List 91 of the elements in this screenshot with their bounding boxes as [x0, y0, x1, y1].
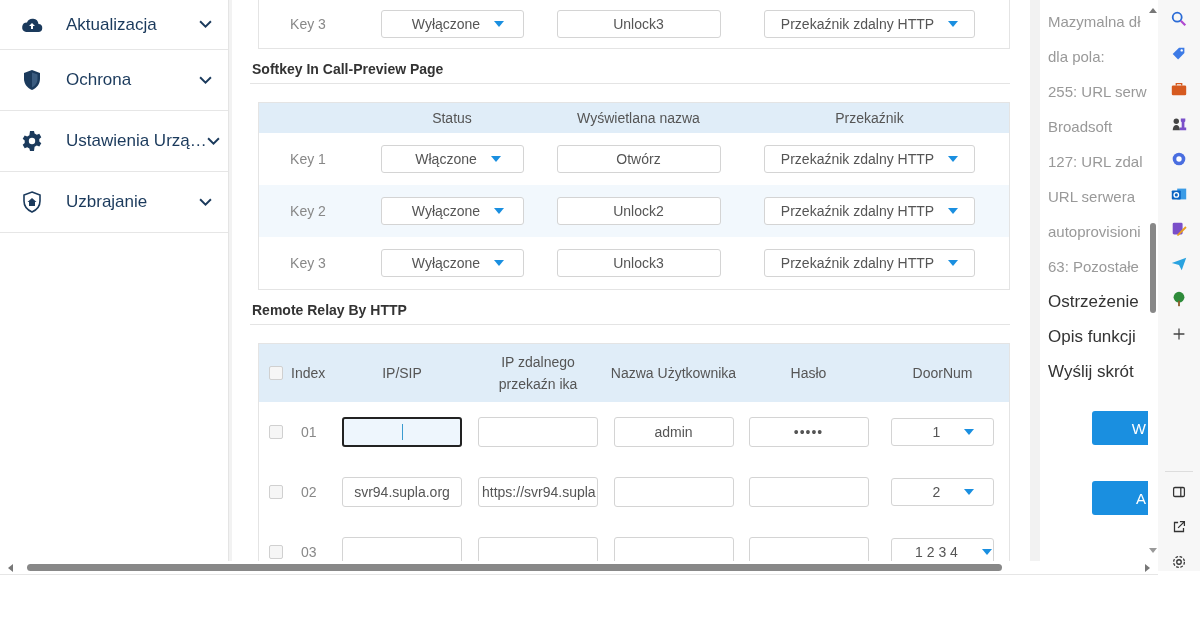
index-label: 01 — [301, 424, 317, 440]
door-number-dropdown[interactable]: 1 — [891, 418, 994, 446]
scroll-right-icon[interactable] — [1145, 563, 1150, 572]
remote-ip-field[interactable]: https://svr94.supla — [478, 477, 598, 507]
dropdown-arrow-icon — [490, 156, 501, 162]
dropdown-arrow-icon — [981, 549, 992, 555]
scroll-left-icon[interactable] — [8, 563, 13, 572]
gear-icon — [20, 129, 44, 153]
help-text: autoprovisioni — [1048, 222, 1142, 242]
paint-icon[interactable] — [1170, 220, 1188, 238]
dropdown-arrow-icon — [948, 156, 959, 162]
scroll-up-icon[interactable] — [1149, 8, 1157, 13]
send-icon[interactable] — [1170, 255, 1188, 273]
index-label: 03 — [301, 544, 317, 560]
help-text: Mazymalna dł — [1048, 12, 1142, 32]
username-field[interactable] — [613, 477, 734, 507]
house-shield-icon — [20, 190, 44, 214]
status-dropdown[interactable]: Włączone — [380, 145, 524, 173]
copilot-icon[interactable] — [1170, 150, 1188, 168]
key-label: Key 1 — [289, 151, 327, 167]
relay-dropdown[interactable]: Przekaźnik zdalny HTTP — [764, 249, 975, 277]
key-label: Key 3 — [289, 16, 327, 32]
relay-dropdown[interactable]: Przekaźnik zdalny HTTP — [764, 197, 975, 225]
key-label: Key 2 — [289, 203, 327, 219]
status-dropdown[interactable]: Wyłączone — [380, 197, 524, 225]
column-header: Index — [291, 365, 326, 381]
display-name-field[interactable]: Otwórz — [556, 145, 721, 173]
help-text: 127: URL zdal — [1048, 152, 1144, 172]
select-all-checkbox[interactable] — [269, 366, 283, 380]
status-dropdown[interactable]: Wyłączone — [380, 10, 524, 38]
password-field[interactable] — [748, 477, 869, 507]
row-checkbox[interactable] — [269, 425, 283, 439]
help-text: Wyślij skrót — [1048, 361, 1135, 383]
column-header: IP/SIP — [381, 364, 423, 383]
column-header: Przekaźnik — [834, 110, 905, 126]
password-field[interactable] — [748, 537, 869, 561]
sidebar-item[interactable]: Aktualizacja — [0, 0, 228, 50]
dropdown-arrow-icon — [494, 21, 505, 27]
password-field[interactable]: ••••• — [748, 417, 869, 447]
column-header: Nazwa Użytkownika — [609, 364, 738, 383]
display-name-field[interactable]: Unlock2 — [556, 197, 721, 225]
ip-sip-field[interactable] — [342, 417, 462, 447]
column-header: Hasło — [789, 364, 828, 383]
dropdown-arrow-icon — [964, 489, 975, 495]
door-number-dropdown[interactable]: 1 2 3 4 — [891, 538, 994, 561]
help-text: URL serwera — [1048, 187, 1136, 207]
remote-ip-field[interactable] — [478, 537, 598, 561]
sidebar-item[interactable]: Ochrona — [0, 50, 228, 111]
horizontal-scrollbar[interactable] — [0, 561, 1158, 575]
dropdown-arrow-icon — [948, 208, 959, 214]
dropdown-arrow-icon — [964, 429, 975, 435]
row-checkbox[interactable] — [269, 485, 283, 499]
help-text: Broadsoft — [1048, 117, 1114, 137]
display-name-field[interactable]: Unlock3 — [556, 249, 721, 277]
chevron-down-icon — [199, 197, 212, 207]
remote-ip-field[interactable] — [478, 417, 598, 447]
row-checkbox[interactable] — [269, 545, 283, 559]
dropdown-arrow-icon — [494, 260, 505, 266]
scroll-down-icon[interactable] — [1149, 548, 1157, 553]
search-icon[interactable] — [1170, 10, 1188, 28]
relay-dropdown[interactable]: Przekaźnik zdalny HTTP — [764, 10, 975, 38]
column-header: IP zdalnego przekaźn ika — [497, 353, 579, 394]
help-text: dla pola: — [1048, 47, 1106, 67]
ip-sip-field[interactable]: svr94.supla.org — [342, 477, 462, 507]
help-text: 255: URL serw — [1048, 82, 1148, 102]
index-label: 02 — [301, 484, 317, 500]
chevron-down-icon — [199, 75, 212, 85]
username-field[interactable]: admin — [613, 417, 734, 447]
dropdown-arrow-icon — [494, 208, 505, 214]
dropdown-arrow-icon — [948, 21, 959, 27]
column-header: Wyświetlana nazwa — [576, 110, 701, 126]
briefcase-icon[interactable] — [1170, 80, 1188, 98]
section-title: Softkey In Call-Preview Page — [250, 49, 1010, 84]
help-text: Ostrzeżenie — [1048, 291, 1140, 313]
settings-icon[interactable] — [1170, 553, 1188, 571]
help-text: 63: Pozostałe — [1048, 257, 1140, 277]
sidebar-item[interactable]: Uzbrajanie — [0, 172, 228, 233]
dropdown-arrow-icon — [948, 260, 959, 266]
key-label: Key 3 — [289, 255, 327, 271]
section-title: Remote Relay By HTTP — [250, 290, 1010, 325]
column-header: Status — [431, 110, 473, 126]
relay-dropdown[interactable]: Przekaźnik zdalny HTTP — [764, 145, 975, 173]
door-number-dropdown[interactable]: 2 — [891, 478, 994, 506]
status-dropdown[interactable]: Wyłączone — [380, 249, 524, 277]
display-name-field[interactable]: Unlock3 — [556, 10, 721, 38]
username-field[interactable] — [613, 537, 734, 561]
chevron-down-icon — [199, 20, 212, 29]
help-text: Opis funkcji — [1048, 326, 1137, 348]
chevron-down-icon — [206, 136, 220, 146]
column-header: DoorNum — [911, 364, 974, 383]
sidebar-item[interactable]: Ustawienia Urzą… — [0, 111, 228, 172]
